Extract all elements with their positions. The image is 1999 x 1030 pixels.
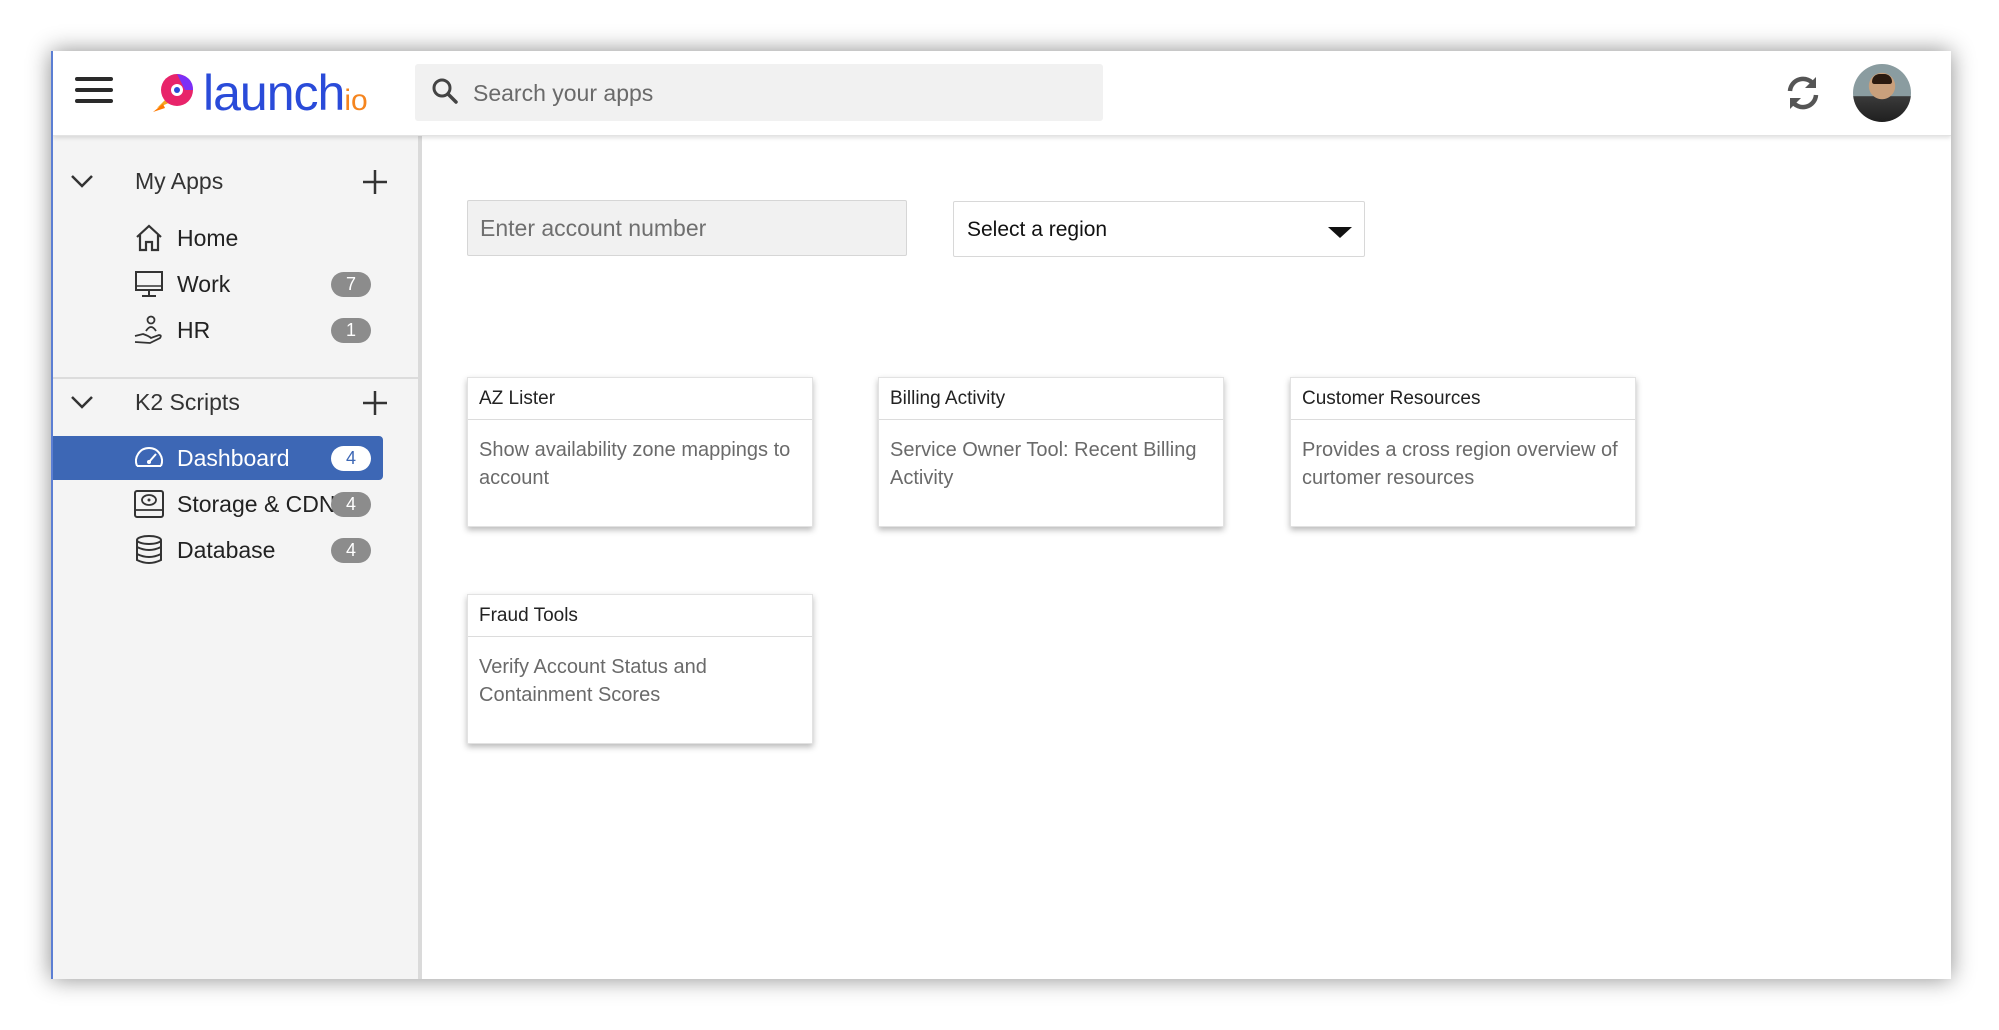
sidebar-item-label: Storage & CDN: [177, 491, 336, 517]
sidebar-item-label: Database: [177, 537, 276, 563]
search-input[interactable]: [471, 64, 1075, 123]
app-window: launch io Search your apps My Apps Home …: [51, 51, 1951, 979]
card-description: Provides a cross region overview of curt…: [1302, 439, 1618, 489]
sidebar-item-storage-cdn[interactable]: Storage & CDN 4: [53, 482, 383, 526]
logo-suffix: io: [344, 84, 368, 117]
sidebar: My Apps Home Work 7 HR 1 K2 Scripts Dash…: [53, 136, 422, 979]
sidebar-item-label: Home: [177, 225, 239, 251]
account-number-input[interactable]: [467, 200, 907, 256]
count-badge: 1: [331, 318, 371, 343]
card-description: Verify Account Status and Containment Sc…: [479, 656, 707, 706]
sidebar-item-database[interactable]: Database 4: [53, 528, 383, 572]
count-badge: 4: [331, 538, 371, 563]
sidebar-item-work[interactable]: Work 7: [53, 262, 383, 306]
main-content: Select a region AZ Lister Show availabil…: [422, 136, 1951, 979]
hand-person-icon: [134, 315, 162, 344]
hard-drive-icon: [134, 490, 164, 518]
search-bar[interactable]: [415, 64, 1103, 123]
group-title: My Apps: [135, 168, 224, 194]
region-select-value: Select a region: [967, 218, 1108, 241]
card-title: Fraud Tools: [468, 595, 812, 637]
app-card-billing-activity[interactable]: Billing Activity Service Owner Tool: Rec…: [878, 377, 1224, 527]
card-description: Show availability zone mappings to accou…: [479, 439, 791, 489]
card-title: Billing Activity: [879, 378, 1223, 420]
monitor-icon: [135, 271, 163, 297]
region-select[interactable]: Select a region: [953, 201, 1365, 257]
search-icon: [432, 78, 458, 104]
count-badge: 7: [331, 272, 371, 297]
app-card-az-lister[interactable]: AZ Lister Show availability zone mapping…: [467, 377, 813, 527]
sidebar-item-label: HR: [177, 317, 211, 343]
database-icon: [136, 535, 162, 564]
card-title: Customer Resources: [1291, 378, 1635, 420]
add-icon[interactable]: [361, 389, 389, 417]
logo-text: launch: [203, 65, 345, 121]
group-header-k2-scripts: K2 Scripts: [53, 377, 418, 427]
group-header-my-apps: My Apps: [53, 156, 418, 206]
chevron-down-icon[interactable]: [69, 391, 95, 413]
refresh-icon[interactable]: [1783, 73, 1823, 113]
menu-icon[interactable]: [75, 77, 113, 109]
app-card-fraud-tools[interactable]: Fraud Tools Verify Account Status and Co…: [467, 594, 813, 744]
caret-down-icon: [1328, 227, 1352, 238]
rocket-logo-icon: [153, 74, 193, 112]
card-title: AZ Lister: [468, 378, 812, 420]
dashboard-gauge-icon: [135, 447, 163, 467]
sidebar-item-label: Work: [177, 271, 231, 297]
user-avatar[interactable]: [1853, 64, 1911, 122]
sidebar-item-hr[interactable]: HR 1: [53, 308, 383, 352]
group-title: K2 Scripts: [135, 389, 240, 415]
sidebar-item-dashboard[interactable]: Dashboard 4: [53, 436, 383, 480]
home-icon: [136, 224, 162, 252]
launchio-logo[interactable]: launch io: [149, 63, 368, 123]
top-bar: launch io: [53, 51, 1951, 136]
chevron-down-icon[interactable]: [69, 170, 95, 192]
app-card-customer-resources[interactable]: Customer Resources Provides a cross regi…: [1290, 377, 1636, 527]
card-description: Service Owner Tool: Recent Billing Activ…: [890, 439, 1197, 489]
sidebar-item-home[interactable]: Home: [53, 216, 383, 260]
sidebar-item-label: Dashboard: [177, 445, 290, 471]
count-badge: 4: [331, 446, 371, 471]
count-badge: 4: [331, 492, 371, 517]
add-icon[interactable]: [361, 168, 389, 196]
